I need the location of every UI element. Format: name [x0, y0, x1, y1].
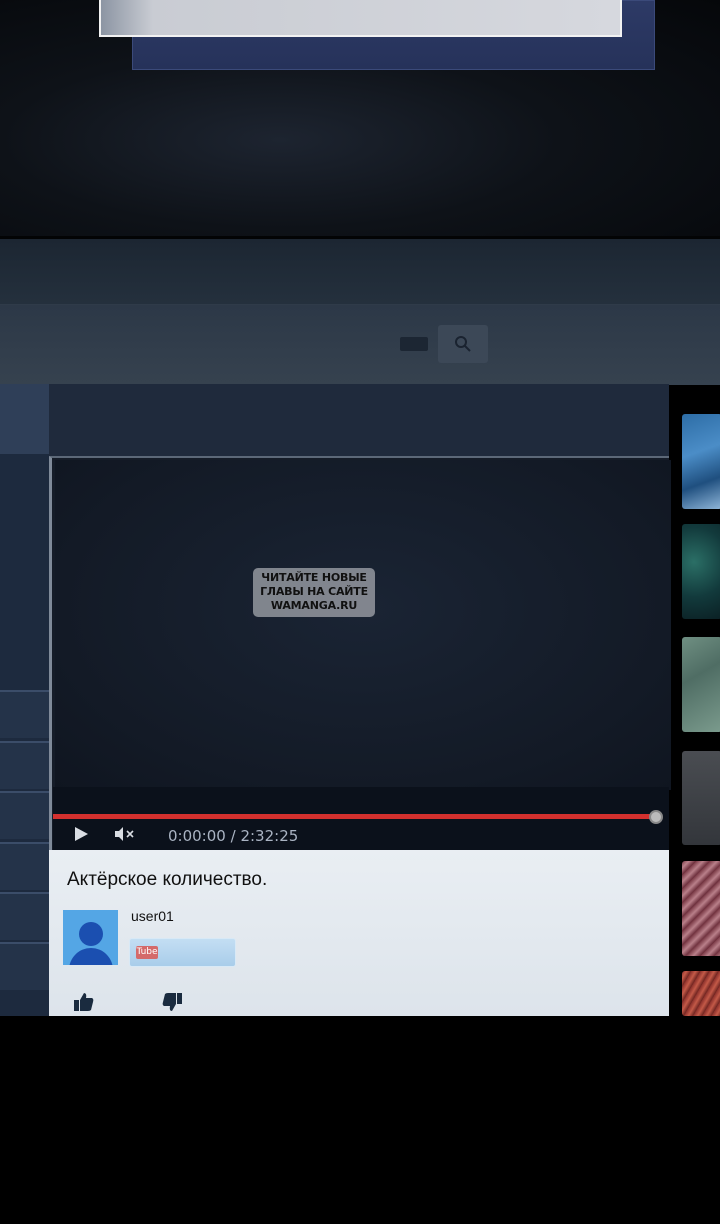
thumbnail[interactable] [682, 524, 720, 619]
main-header [49, 384, 669, 456]
bottom-blank [0, 1016, 720, 1224]
time-display: 0:00:00 / 2:32:25 [168, 827, 298, 845]
mute-icon[interactable] [115, 827, 135, 845]
left-sidebar [0, 384, 49, 1016]
watermark-badge: ЧИТАЙТЕ НОВЫЕ ГЛАВЫ НА САЙТЕ WAMANGA.RU [253, 568, 375, 617]
browser-tab-bar [0, 239, 720, 305]
sidebar-item[interactable] [0, 690, 49, 738]
thumbnail[interactable] [682, 751, 720, 845]
tube-badge: Tube [136, 946, 158, 959]
dislike-icon[interactable] [161, 992, 183, 1012]
current-time: 0:00:00 [168, 827, 226, 845]
search-icon [455, 336, 471, 352]
thumbnail[interactable] [682, 414, 720, 509]
video-info-panel: Актёрское количество. user01 Tube [49, 850, 669, 1016]
thumbnail[interactable] [682, 861, 720, 956]
search-button[interactable] [438, 325, 488, 363]
sidebar-item[interactable] [0, 842, 49, 890]
like-icon[interactable] [73, 992, 95, 1012]
keyboard-icon[interactable] [400, 337, 428, 351]
avatar-icon[interactable] [63, 910, 118, 965]
progress-knob[interactable] [649, 810, 663, 824]
video-title: Актёрское количество. [67, 869, 268, 890]
sidebar-header [0, 384, 49, 454]
watermark-line: WAMANGA.RU [270, 599, 358, 612]
time-separator: / [230, 827, 236, 845]
play-icon[interactable] [75, 827, 88, 841]
avatar-body [69, 948, 113, 965]
sidebar-item[interactable] [0, 741, 49, 789]
video-controls: 0:00:00 / 2:32:25 [53, 787, 669, 850]
thumbnail[interactable] [682, 637, 720, 732]
sidebar-item[interactable] [0, 942, 49, 990]
avatar-head [79, 922, 103, 946]
thumbnail[interactable] [682, 971, 720, 1016]
sidebar-item[interactable] [0, 892, 49, 940]
sidebar-item[interactable] [0, 791, 49, 839]
watermark-line: ГЛАВЫ НА САЙТЕ [260, 585, 368, 598]
video-screen[interactable] [55, 460, 671, 790]
progress-bar[interactable] [53, 814, 657, 819]
speaker-icon [115, 827, 134, 841]
duration: 2:32:25 [240, 827, 299, 845]
channel-username[interactable]: user01 [131, 908, 174, 924]
watermark-line: ЧИТАЙТЕ НОВЫЕ [261, 571, 367, 584]
subscribe-button[interactable]: Tube [129, 938, 236, 967]
front-window-panel [99, 0, 622, 37]
browser-toolbar [0, 305, 720, 385]
